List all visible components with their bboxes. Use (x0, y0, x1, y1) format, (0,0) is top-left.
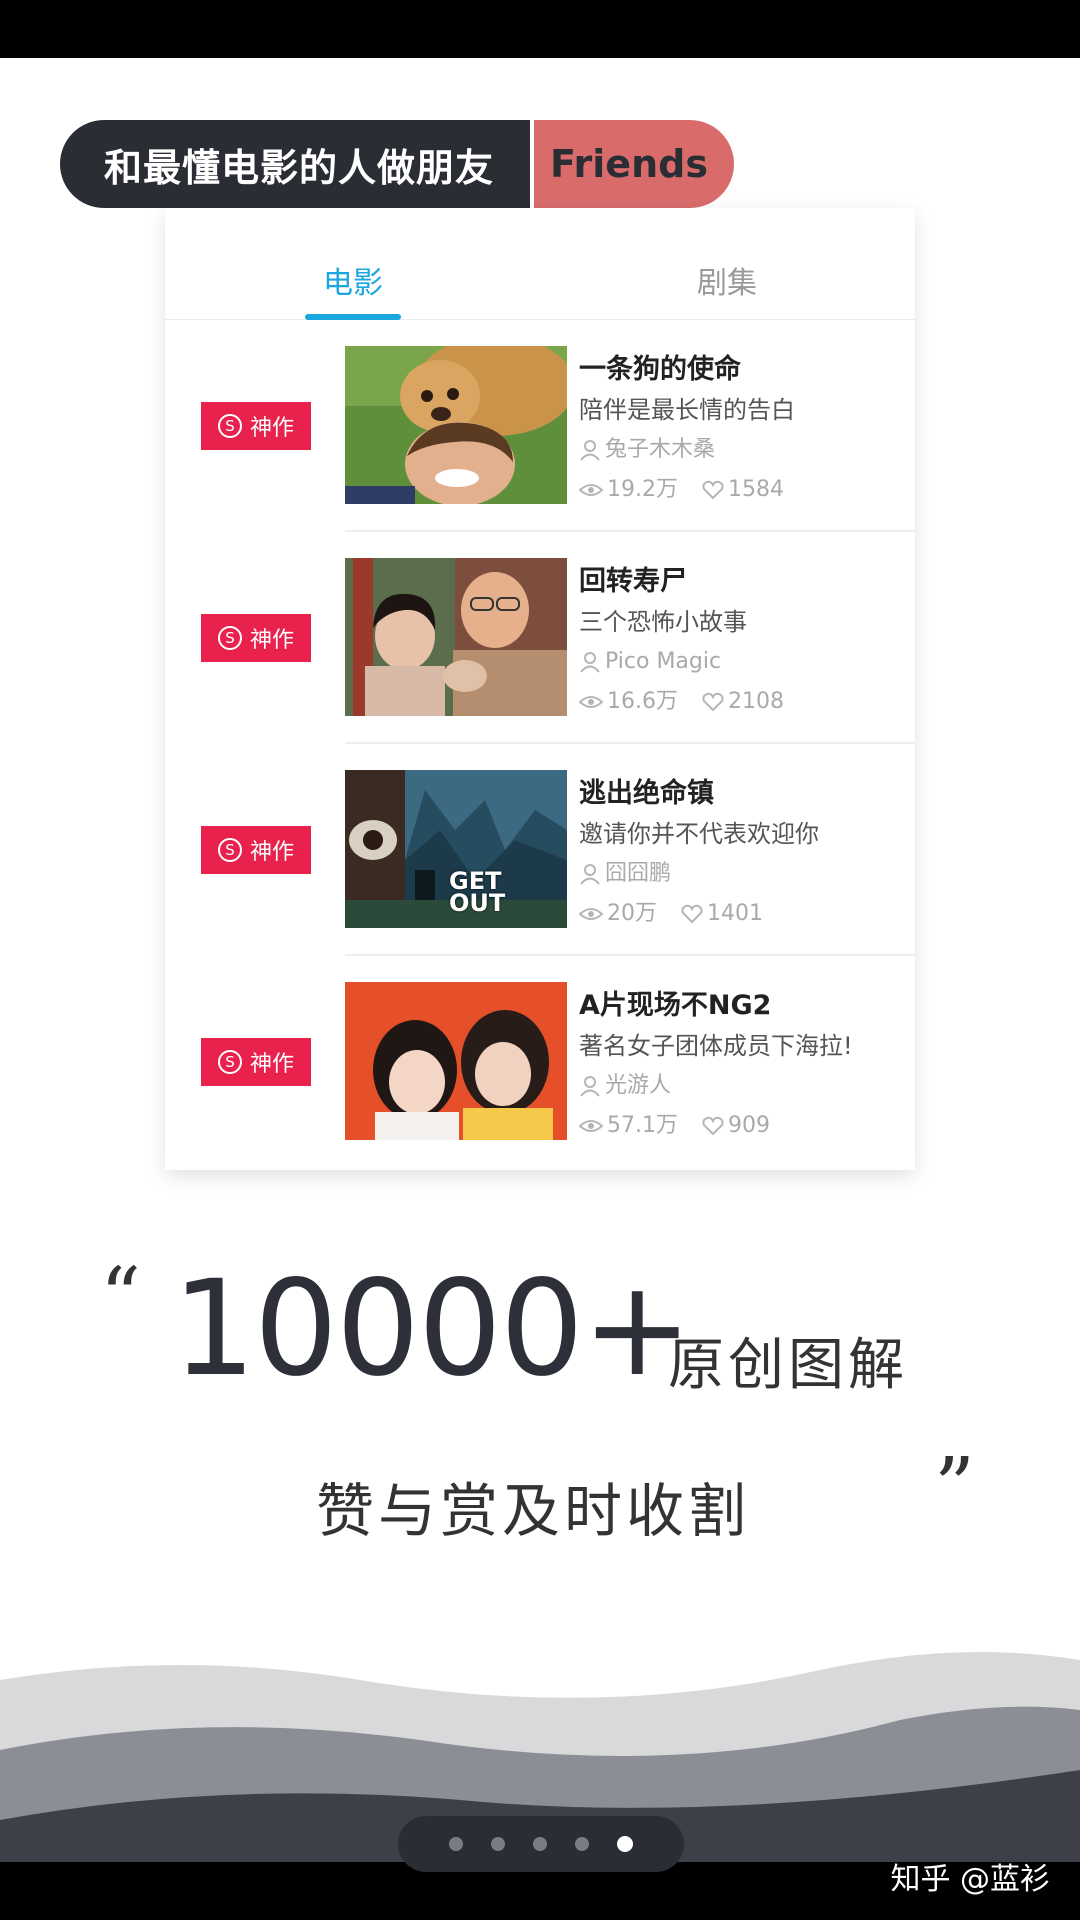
page-dot[interactable] (491, 1837, 505, 1851)
stats: 16.6万 2108 (579, 682, 909, 722)
author: Pico Magic (579, 642, 909, 682)
get-out-poster[interactable]: GET OUT (345, 770, 567, 928)
badge-label: 神作 (249, 416, 294, 441)
s-circle-icon: S (217, 414, 242, 438)
movie-subtitle: 陪伴是最长情的告白 (579, 396, 795, 424)
promo-number: 10000+ (172, 1252, 693, 1406)
masterpiece-badge: S 神作 (201, 402, 311, 450)
movie-subtitle: 三个恐怖小故事 (579, 608, 747, 636)
eye-icon (579, 1118, 603, 1134)
view-count: 57.1万 (607, 1113, 678, 1138)
two-people-poster[interactable] (345, 558, 567, 716)
status-bar (0, 0, 1080, 58)
badge-label: 神作 (249, 840, 294, 865)
poster-title-text: GET OUT (449, 867, 506, 917)
movie-list-card: 电影 剧集 S 神作 一条狗的使命 陪伴是最长情的告白 兔子木木桑 19.2万 … (165, 208, 915, 1170)
stats: 20万 1401 (579, 894, 909, 934)
page-indicator (398, 1816, 684, 1872)
slogan-banner: 和最懂电影的人做朋友 Friends (60, 120, 734, 208)
stats: 19.2万 1584 (579, 470, 909, 510)
movie-title[interactable]: 逃出绝命镇 (579, 774, 909, 814)
list-item[interactable]: S 神作 一条狗的使命 陪伴是最长情的告白 兔子木木桑 19.2万 1584 (165, 320, 915, 532)
view-count: 16.6万 (607, 689, 678, 714)
open-quote-mark: “ (100, 1250, 141, 1343)
slogan-text: 和最懂电影的人做朋友 (60, 120, 531, 208)
list-item[interactable]: S 神作 A片现场不NG2 著名女子团体成员下海拉! 光游人 57.1万 909 (165, 956, 915, 1168)
tab-movies[interactable]: 电影 (323, 258, 383, 302)
user-icon (579, 439, 601, 461)
eye-icon (579, 482, 603, 498)
author: 囧囧鹏 (579, 854, 909, 894)
movie-title[interactable]: 一条狗的使命 (579, 350, 909, 390)
movie-title[interactable]: 回转寿尸 (579, 562, 909, 602)
like-count: 1401 (707, 901, 763, 926)
author: 光游人 (579, 1066, 909, 1106)
stats: 57.1万 909 (579, 1106, 909, 1146)
user-icon (579, 651, 601, 673)
author-name: Pico Magic (605, 649, 722, 674)
user-icon (579, 1075, 601, 1097)
tab-series[interactable]: 剧集 (697, 258, 757, 302)
masterpiece-badge: S 神作 (201, 614, 311, 662)
page-dot[interactable] (449, 1837, 463, 1851)
eye-icon (579, 906, 603, 922)
heart-icon (702, 692, 724, 712)
author: 兔子木木桑 (579, 430, 909, 470)
promo-tagline: 赞与赏及时收割 (316, 1477, 751, 1545)
author-name: 囧囧鹏 (605, 861, 672, 886)
badge-label: 神作 (249, 1052, 294, 1077)
list-item[interactable]: S 神作 回转寿尸 三个恐怖小故事 Pico Magic 16.6万 2108 (165, 532, 915, 744)
eye-icon (579, 694, 603, 710)
two-girls-poster[interactable] (345, 982, 567, 1140)
like-count: 2108 (728, 689, 784, 714)
view-count: 19.2万 (607, 477, 678, 502)
author-name: 兔子木木桑 (605, 437, 716, 462)
page-dot[interactable] (533, 1837, 547, 1851)
author-name: 光游人 (605, 1073, 672, 1098)
heart-icon (681, 904, 703, 924)
heart-icon (702, 1116, 724, 1136)
close-quote-mark: ” (934, 1440, 975, 1533)
user-icon (579, 863, 601, 885)
s-circle-icon: S (217, 626, 242, 650)
friends-tag: Friends (534, 120, 734, 208)
view-count: 20万 (607, 901, 657, 926)
masterpiece-badge: S 神作 (201, 826, 311, 874)
movie-subtitle: 著名女子团体成员下海拉! (579, 1032, 853, 1060)
movie-title[interactable]: A片现场不NG2 (579, 986, 909, 1026)
movie-subtitle: 邀请你并不代表欢迎你 (579, 820, 819, 848)
heart-icon (702, 480, 724, 500)
like-count: 909 (728, 1113, 770, 1138)
page-dot[interactable] (575, 1837, 589, 1851)
page-dot-active[interactable] (617, 1836, 633, 1852)
list-item[interactable]: S 神作 GET OUT 逃出绝命镇 邀请你并不代表欢迎你 囧囧鹏 20万 14… (165, 744, 915, 956)
masterpiece-badge: S 神作 (201, 1038, 311, 1086)
badge-label: 神作 (249, 628, 294, 653)
promo-suffix: 原创图解 (668, 1333, 908, 1398)
s-circle-icon: S (217, 838, 242, 862)
like-count: 1584 (728, 477, 784, 502)
watermark: 知乎 @蓝衫 (890, 1862, 1050, 1897)
category-tabs: 电影 剧集 (165, 208, 915, 320)
dog-and-boy-poster[interactable] (345, 346, 567, 504)
s-circle-icon: S (217, 1050, 242, 1074)
